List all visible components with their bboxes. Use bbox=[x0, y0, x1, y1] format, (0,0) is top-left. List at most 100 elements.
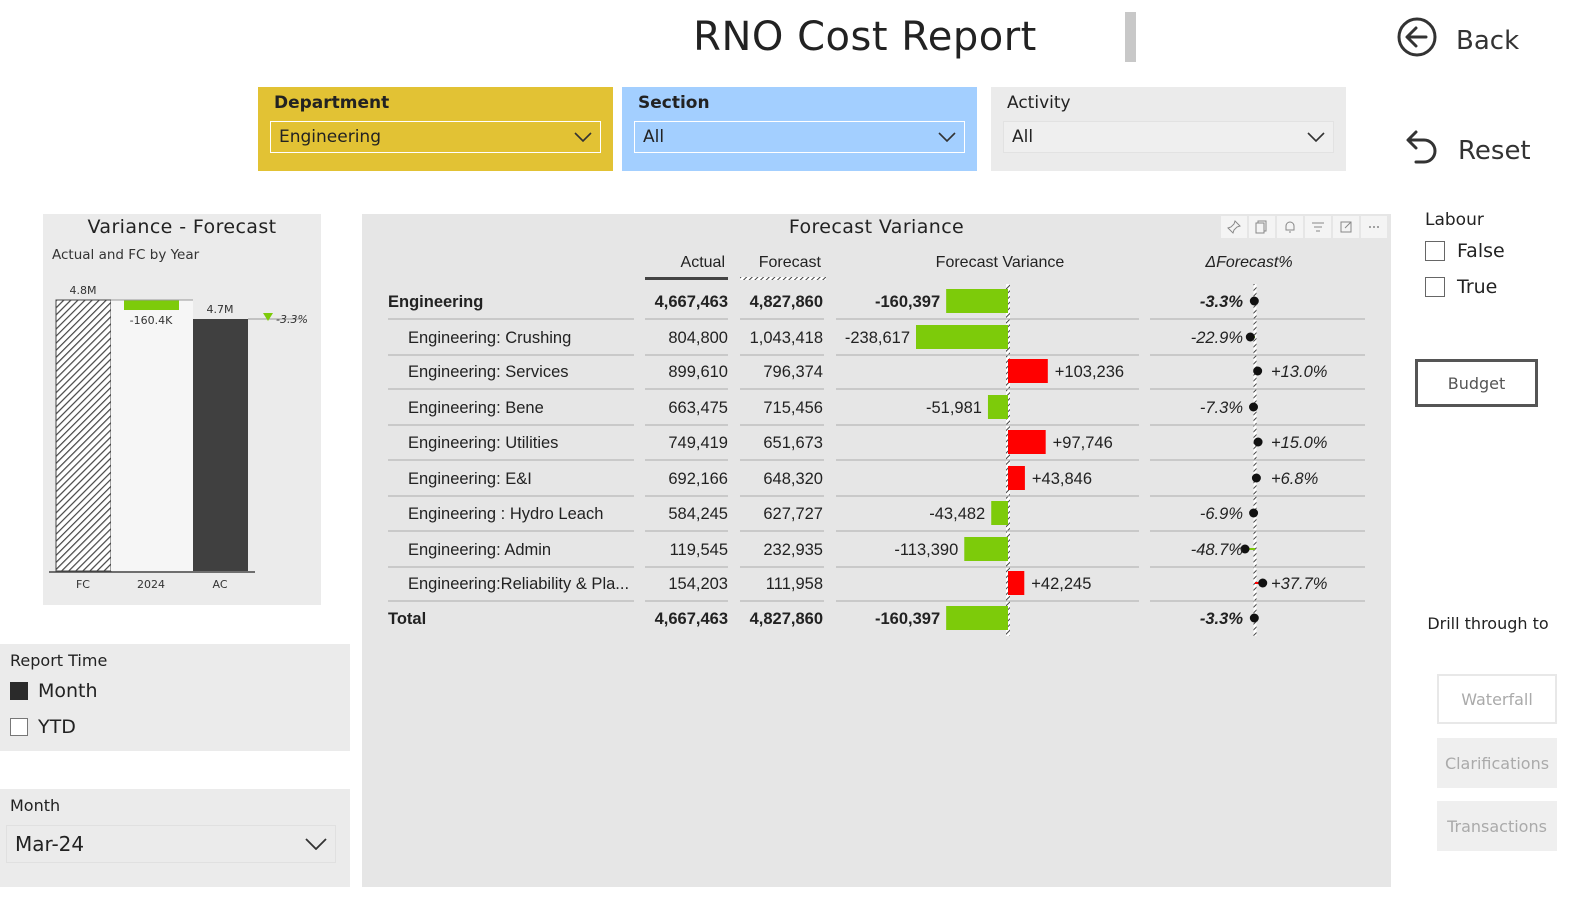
variance-bar bbox=[987, 395, 1008, 419]
department-value: Engineering bbox=[279, 127, 381, 147]
activity-slicer: Activity All bbox=[991, 87, 1346, 171]
middle-gap bbox=[111, 300, 193, 571]
activity-dropdown[interactable]: All bbox=[1003, 121, 1334, 153]
checkbox[interactable] bbox=[10, 718, 28, 736]
variance-label: +43,846 bbox=[1032, 470, 1092, 488]
month-value: Mar-24 bbox=[15, 832, 85, 856]
variance-chart-svg: 4.8M -160.4K 4.7M -3.3% FC 2024 AC bbox=[49, 284, 308, 591]
pct-label: -7.3% bbox=[1200, 399, 1243, 417]
option-label: False bbox=[1457, 240, 1505, 262]
department-dropdown[interactable]: Engineering bbox=[270, 121, 601, 153]
option-label: Month bbox=[38, 680, 98, 702]
pct-dot bbox=[1249, 508, 1259, 518]
section-dropdown[interactable]: All bbox=[634, 121, 965, 153]
pct-dot bbox=[1251, 473, 1261, 483]
actual-value: 4,667,463 bbox=[655, 610, 728, 628]
forecast-value: 4,827,860 bbox=[750, 293, 823, 311]
forecast-value: 648,320 bbox=[763, 470, 823, 488]
more-options-icon[interactable] bbox=[1361, 216, 1387, 238]
transactions-button[interactable]: Transactions bbox=[1437, 801, 1557, 851]
chevron-down-icon bbox=[1307, 127, 1325, 147]
actual-header-underline bbox=[645, 277, 728, 280]
reset-label: Reset bbox=[1458, 135, 1531, 166]
option-false[interactable]: False bbox=[1425, 240, 1505, 262]
forecast-value: 111,958 bbox=[766, 575, 823, 593]
row-name: Engineering: Crushing bbox=[408, 329, 571, 347]
focus-mode-icon[interactable] bbox=[1333, 216, 1359, 238]
row-name: Engineering: Admin bbox=[408, 541, 551, 559]
pct-label: -22.9% bbox=[1191, 329, 1243, 347]
pct-label: -3.3% bbox=[1200, 610, 1243, 628]
month-label: Month bbox=[10, 796, 61, 815]
option-ytd[interactable]: YTD bbox=[10, 716, 76, 738]
month-slicer: Month Mar-24 bbox=[0, 789, 350, 887]
actual-value: 749,419 bbox=[668, 434, 728, 452]
chevron-down-icon bbox=[574, 127, 592, 147]
variance-label: -51,981 bbox=[926, 399, 982, 417]
ac-bar bbox=[193, 319, 248, 571]
column-header: Forecast bbox=[759, 254, 822, 271]
labour-slicer: Labour False True bbox=[1422, 208, 1562, 308]
variance-label: -160,397 bbox=[875, 293, 940, 311]
pct-label: +15.0% bbox=[1271, 434, 1327, 452]
month-dropdown[interactable]: Mar-24 bbox=[6, 825, 336, 863]
report-time-slicer: Report Time Month YTD bbox=[0, 644, 350, 751]
clarifications-button[interactable]: Clarifications bbox=[1437, 738, 1557, 788]
pct-dot bbox=[1249, 613, 1259, 623]
section-value: All bbox=[643, 127, 665, 147]
pct-dot bbox=[1253, 437, 1263, 447]
x-tick-label: FC bbox=[76, 578, 90, 591]
activity-value: All bbox=[1012, 127, 1034, 147]
waterfall-button[interactable]: Waterfall bbox=[1437, 674, 1557, 724]
variance-label: -113,390 bbox=[894, 541, 958, 559]
title-divider bbox=[1125, 12, 1136, 62]
forecast-value: 4,827,860 bbox=[750, 610, 823, 628]
option-true[interactable]: True bbox=[1425, 276, 1497, 298]
actual-value: 804,800 bbox=[668, 329, 728, 347]
actual-value: 584,245 bbox=[668, 505, 728, 523]
variance-label: -238,617 bbox=[845, 329, 910, 347]
option-month[interactable]: Month bbox=[10, 680, 98, 702]
forecast-variance-visual: Actual Forecast Forecast Variance ΔForecast… bbox=[388, 254, 1365, 636]
variance-bar bbox=[1008, 430, 1046, 454]
option-label: YTD bbox=[38, 716, 76, 738]
activity-label: Activity bbox=[1007, 93, 1071, 113]
visual-header-toolbar bbox=[1221, 216, 1387, 238]
pct-data-label: -3.3% bbox=[276, 313, 308, 326]
row-name: Engineering bbox=[388, 293, 483, 311]
variance-bar bbox=[946, 606, 1008, 630]
checkbox-checked[interactable] bbox=[10, 682, 28, 700]
variance-bar bbox=[1008, 359, 1048, 383]
pin-icon[interactable] bbox=[1221, 216, 1247, 238]
reset-button[interactable]: Reset bbox=[1404, 126, 1531, 175]
column-header: ΔForecast% bbox=[1204, 254, 1292, 271]
pct-label: +6.8% bbox=[1271, 470, 1318, 488]
filter-icon[interactable] bbox=[1305, 216, 1331, 238]
variance-label: -43,482 bbox=[929, 505, 985, 523]
back-label: Back bbox=[1456, 25, 1520, 56]
section-slicer: Section All bbox=[622, 87, 977, 171]
variance-label: +103,236 bbox=[1055, 363, 1124, 381]
chevron-down-icon bbox=[938, 127, 956, 147]
back-button[interactable]: Back bbox=[1396, 16, 1519, 65]
actual-value: 4,667,463 bbox=[655, 293, 728, 311]
budget-button[interactable]: Budget bbox=[1415, 359, 1538, 407]
row-name: Total bbox=[388, 610, 426, 628]
forecast-value: 1,043,418 bbox=[750, 329, 823, 347]
actual-value: 119,545 bbox=[670, 541, 728, 559]
fc-bar bbox=[55, 299, 112, 572]
forecast-value: 796,374 bbox=[763, 363, 823, 381]
pct-label: +13.0% bbox=[1271, 363, 1327, 381]
checkbox[interactable] bbox=[1425, 241, 1445, 261]
page-title: RNO Cost Report bbox=[693, 14, 1037, 60]
section-label: Section bbox=[638, 93, 710, 113]
checkbox[interactable] bbox=[1425, 277, 1445, 297]
bell-icon[interactable] bbox=[1277, 216, 1303, 238]
copy-icon[interactable] bbox=[1249, 216, 1275, 238]
column-header: Forecast Variance bbox=[936, 254, 1065, 271]
forecast-value: 627,727 bbox=[763, 505, 823, 523]
variance-bar bbox=[1008, 571, 1025, 595]
row-name: Engineering: Bene bbox=[408, 399, 544, 417]
actual-value: 899,610 bbox=[668, 363, 728, 381]
pct-dot bbox=[1249, 296, 1259, 306]
